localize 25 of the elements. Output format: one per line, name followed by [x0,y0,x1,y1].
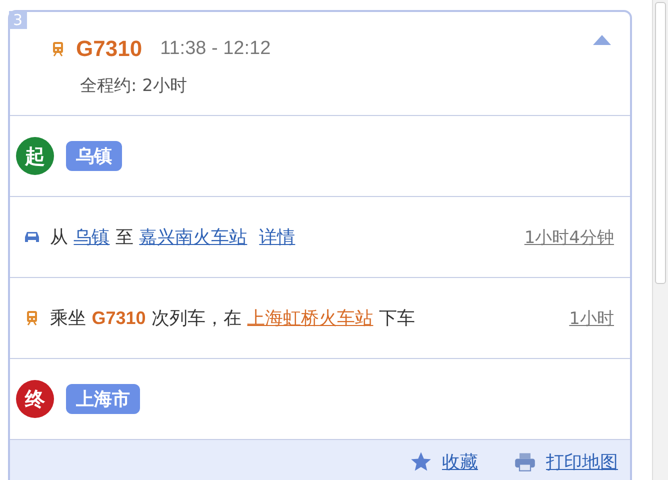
train-icon [24,310,40,326]
action-link[interactable]: 收藏 [442,450,478,474]
station-link[interactable]: 上海虹桥火车站 [247,308,374,329]
star-icon [410,451,432,473]
place-tag[interactable]: 上海市 [66,384,140,414]
time-range: 11:38 - 12:12 [160,38,271,60]
action-link[interactable]: 打印地图 [546,450,618,474]
car-icon [24,229,40,245]
train-number[interactable]: G7310 [76,36,142,62]
place-link[interactable]: 嘉兴南火车站 [139,227,248,248]
step-text: 从 乌镇 至 嘉兴南火车站 详情 [50,226,296,249]
route-index: 3 [9,11,27,29]
place-link[interactable]: 乌镇 [74,227,110,248]
stop-marker: 起 [16,137,54,175]
step-duration[interactable]: 1小时4分钟 [524,226,614,248]
collapse-icon[interactable] [592,34,612,46]
step-text: 乘坐 G7310 次列车，在 上海虹桥火车站 下车 [50,307,416,330]
train-icon [50,41,66,57]
place-link[interactable]: 详情 [259,227,296,248]
stop-marker: 终 [16,380,54,418]
total-duration: 全程约: 2小时 [80,75,188,97]
place-tag[interactable]: 乌镇 [66,141,122,171]
scrollbar[interactable] [652,0,668,480]
step-duration[interactable]: 1小时 [569,306,614,330]
printer-icon [514,451,536,473]
